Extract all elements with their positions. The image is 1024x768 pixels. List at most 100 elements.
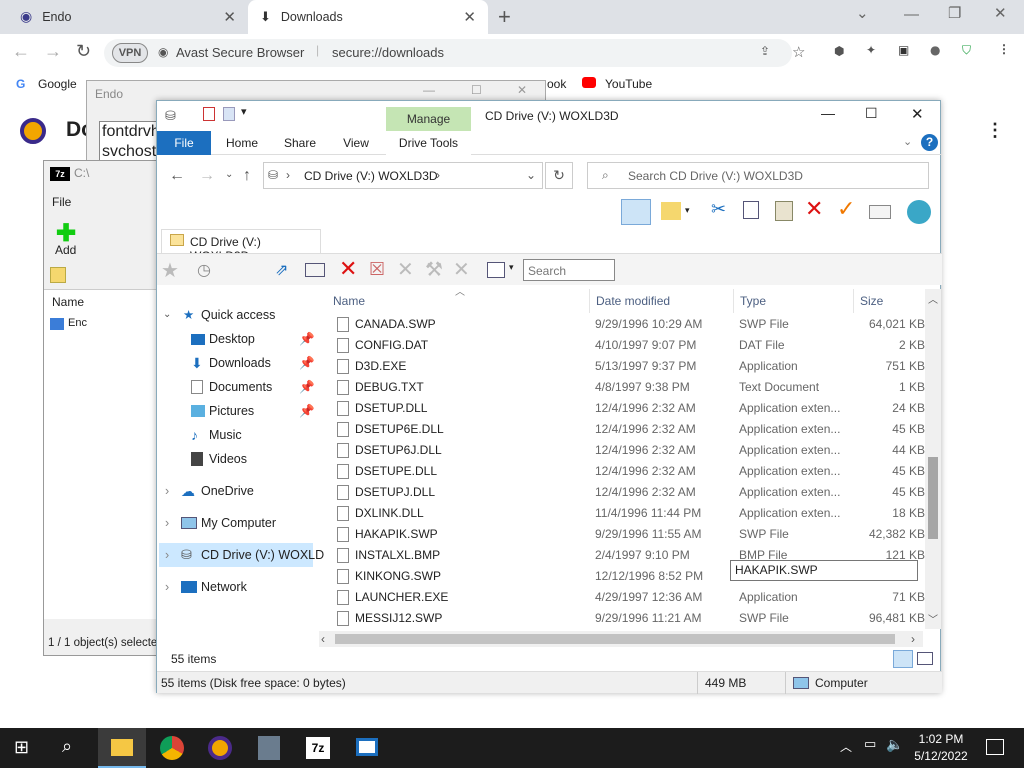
chevron-down-icon[interactable]: ▾ — [685, 205, 690, 216]
process-item[interactable]: svchost — [102, 142, 158, 162]
clock-icon[interactable]: ◷ — [197, 260, 211, 279]
nav-item-music[interactable]: Music — [209, 423, 242, 447]
column-header-type[interactable]: Type — [733, 289, 766, 313]
chevron-down-icon[interactable]: ⌄ — [856, 4, 869, 22]
maximize-icon[interactable]: ☐ — [471, 83, 482, 97]
menu-icon[interactable]: ⋮ — [998, 42, 1010, 56]
menu-file[interactable]: File — [52, 195, 71, 209]
nav-item-pictures[interactable]: Pictures — [209, 399, 254, 423]
nav-network[interactable]: Network — [201, 575, 247, 599]
notification-icon[interactable] — [986, 739, 1004, 755]
nav-onedrive[interactable]: OneDrive — [201, 479, 254, 503]
forward-icon[interactable]: → — [44, 41, 62, 62]
chevron-left-icon[interactable]: ‹ — [321, 632, 325, 646]
star-icon[interactable]: ☆ — [792, 43, 805, 61]
inner-search-input[interactable]: Search — [523, 259, 615, 281]
network-icon[interactable]: ▭ — [864, 737, 876, 752]
refresh-icon[interactable]: ↻ — [545, 162, 573, 189]
chevron-down-icon[interactable]: ⌄ — [526, 168, 536, 182]
maximize-icon[interactable]: ☐ — [865, 105, 878, 122]
avast-browser-icon[interactable] — [208, 736, 232, 760]
pin-icon[interactable]: 📌 — [299, 327, 315, 351]
cut-icon[interactable]: ✂ — [711, 199, 726, 220]
copy-icon[interactable] — [743, 201, 759, 219]
chrome-icon[interactable] — [160, 736, 184, 760]
close-icon[interactable]: ✕ — [463, 8, 476, 26]
nav-item-downloads[interactable]: Downloads — [209, 351, 271, 375]
chevron-down-icon[interactable]: ▾ — [509, 262, 514, 273]
process-item[interactable]: fontdrvh — [102, 122, 158, 142]
clock-time[interactable]: 1:02 PM — [914, 732, 968, 746]
chevron-down-icon[interactable]: ⌄ — [903, 135, 912, 148]
column-header-name[interactable]: Name — [52, 295, 84, 309]
table-row[interactable]: CONFIG.DAT 4/10/1997 9:07 PM DAT File 2 KB — [331, 335, 931, 356]
security-icon[interactable]: ⛉ — [962, 43, 971, 58]
table-row[interactable]: CANADA.SWP 9/29/1996 10:29 AM SWP File 64,0… — [331, 314, 931, 335]
table-row[interactable]: DSETUPJ.DLL 12/4/1996 2:32 AM Application … — [331, 482, 931, 503]
nav-my-computer[interactable]: My Computer — [201, 511, 276, 535]
tab-drive-tools[interactable]: Drive Tools — [386, 131, 471, 155]
back-icon[interactable]: ← — [12, 41, 30, 62]
share-icon[interactable]: ⇪ — [760, 44, 770, 58]
chevron-right-icon[interactable]: › — [165, 479, 169, 503]
minimize-icon[interactable]: — — [821, 105, 835, 121]
table-row[interactable]: DSETUPE.DLL 12/4/1996 2:32 AM Application … — [331, 461, 931, 482]
nav-cd-drive[interactable]: CD Drive (V:) WOXLD — [201, 543, 324, 567]
vpn-badge[interactable]: VPN — [112, 43, 148, 63]
pin-icon[interactable]: ⚒ — [425, 257, 443, 281]
table-row[interactable]: LAUNCHER.EXE 4/29/1997 12:36 AM Applicatio… — [331, 587, 931, 608]
manage-tab[interactable]: Manage — [386, 107, 471, 131]
table-row[interactable]: HAKAPIK.SWP 9/29/1996 11:55 AM SWP File 42,… — [331, 524, 931, 545]
delete-file-icon[interactable]: ☒ — [369, 259, 385, 280]
close-icon[interactable]: ✕ — [223, 8, 236, 26]
chevron-down-icon[interactable]: ⌄ — [225, 169, 233, 180]
tab-file[interactable]: File — [157, 131, 211, 155]
globe-icon[interactable] — [907, 200, 931, 224]
rename-icon[interactable] — [869, 205, 891, 219]
view-icon[interactable] — [487, 262, 505, 278]
address-text[interactable]: CD Drive (V:) WOXLD3D — [304, 169, 438, 183]
windows-start-icon[interactable]: ⊞ — [14, 737, 29, 758]
file-list[interactable]: Name Enc — [44, 289, 164, 619]
minimize-icon[interactable]: — — [904, 6, 919, 23]
chevron-down-icon[interactable]: ▾ — [241, 105, 247, 118]
address-field[interactable]: ⛁ › CD Drive (V:) WOXLD3D › ⌄ — [263, 162, 543, 189]
forward-icon[interactable]: → — [199, 167, 215, 185]
chevron-up-icon[interactable]: ︿ — [925, 291, 941, 306]
shield-icon[interactable]: ⬢ — [834, 44, 844, 58]
vertical-scrollbar[interactable]: ︿ ﹀ — [925, 289, 941, 629]
folder-icon[interactable] — [661, 202, 681, 220]
reload-icon[interactable]: ↻ — [76, 41, 91, 62]
properties-icon[interactable] — [203, 107, 215, 121]
sidebar-icon[interactable]: ▣ — [898, 43, 909, 57]
cross-icon[interactable]: ✕ — [453, 257, 470, 281]
tab-view[interactable]: View — [333, 131, 379, 155]
url-text[interactable]: secure://downloads — [332, 45, 444, 60]
chevron-down-icon[interactable]: ﹀ — [925, 611, 941, 626]
bookmark-youtube[interactable]: YouTube — [605, 77, 652, 91]
tab-endo[interactable]: ◉ Endo ✕ — [8, 0, 248, 34]
menu-icon[interactable]: ⋮ — [986, 120, 1004, 141]
list-item[interactable]: Enc — [68, 317, 87, 329]
table-row[interactable]: DSETUP6J.DLL 12/4/1996 2:32 AM Application… — [331, 440, 931, 461]
table-row[interactable]: DSETUP.DLL 12/4/1996 2:32 AM Application e… — [331, 398, 931, 419]
chevron-up-icon[interactable]: ︿ — [840, 738, 852, 755]
move-icon[interactable]: ⇗ — [275, 260, 288, 279]
sevenzip-taskbar-icon[interactable]: 7z — [306, 737, 330, 759]
column-header-name[interactable]: Name — [333, 289, 365, 313]
close-window-icon[interactable]: ✕ — [994, 4, 1007, 22]
puzzle-icon[interactable]: ✦ — [866, 43, 876, 57]
tab-share[interactable]: Share — [277, 131, 323, 155]
tab-downloads[interactable]: ⬇ Downloads ✕ — [248, 0, 488, 34]
checkmark-icon[interactable]: ✓ — [837, 197, 855, 222]
tab-home[interactable]: Home — [219, 131, 265, 155]
table-row[interactable]: DXLINK.DLL 11/4/1996 11:44 PM Application … — [331, 503, 931, 524]
chevron-right-icon[interactable]: › — [165, 543, 169, 567]
endo-taskbar-icon[interactable] — [258, 736, 280, 760]
chevron-right-icon[interactable]: › — [165, 575, 169, 599]
scroll-thumb[interactable] — [928, 457, 938, 539]
close-icon[interactable]: ✕ — [517, 83, 527, 97]
table-row[interactable]: MESSIJ12.SWP 9/29/1996 11:21 AM SWP File 96… — [331, 608, 931, 629]
details-view-icon[interactable] — [893, 650, 913, 668]
cross-icon[interactable]: ✕ — [397, 257, 414, 281]
